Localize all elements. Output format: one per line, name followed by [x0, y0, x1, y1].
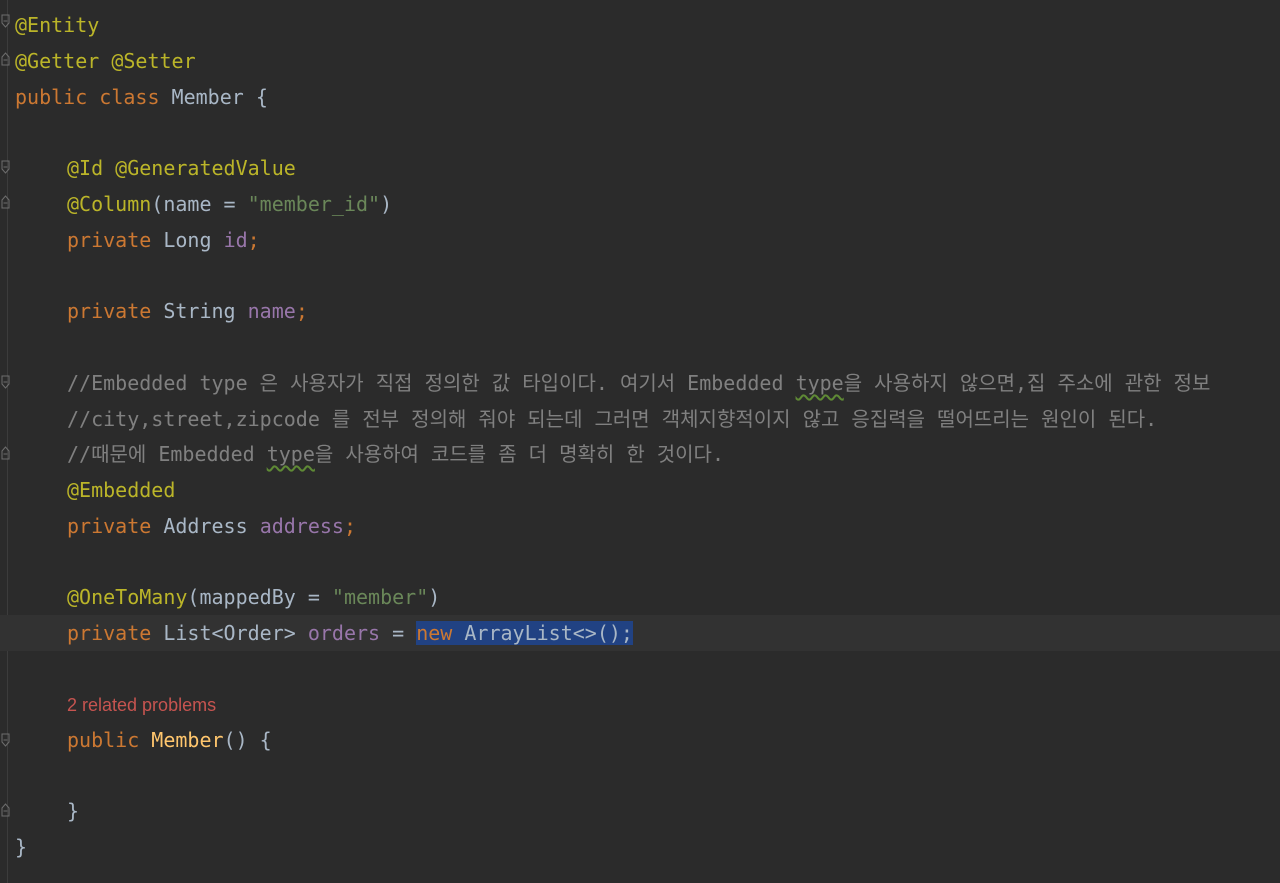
code-line[interactable]: public class Member { [0, 79, 1280, 115]
code-line[interactable]: public Member() { [0, 722, 1280, 758]
code-text: ArrayList<>(); [452, 621, 633, 645]
typo-word: type [795, 371, 844, 395]
code-line[interactable]: @Column(name = "member_id") [0, 186, 1280, 222]
type-name: List<Order> [163, 621, 296, 645]
annotation: @Getter [15, 49, 100, 73]
annotation: @Entity [15, 13, 100, 37]
code-text: (mappedBy = [187, 585, 332, 609]
code-text: (name = [151, 192, 248, 216]
brace: { [255, 85, 268, 109]
keyword: private [67, 621, 152, 645]
current-code-line[interactable]: private List<Order> orders = new ArrayLi… [0, 615, 1280, 651]
comment: //city,street,zipcode 를 전부 정의해 줘야 되는데 그러… [67, 407, 1158, 431]
code-line[interactable]: //city,street,zipcode 를 전부 정의해 줘야 되는데 그러… [0, 401, 1280, 437]
method-name: Member [151, 728, 224, 752]
annotation: @OneToMany [67, 585, 188, 609]
code-text: () { [223, 728, 272, 752]
semicolon: ; [247, 228, 260, 252]
type-name: Address [163, 514, 248, 538]
code-text: ) [380, 192, 393, 216]
code-line[interactable]: @Entity [0, 7, 1280, 43]
field-name: address [259, 514, 344, 538]
code-line[interactable]: private Long id; [0, 222, 1280, 258]
semicolon: ; [343, 514, 357, 538]
keyword: public [67, 728, 140, 752]
brace: } [15, 835, 28, 859]
comment: 을 사용하지 않으면,집 주소에 관한 정보 [843, 371, 1211, 395]
keyword: new [416, 621, 453, 645]
type-name: Long [163, 228, 212, 252]
code-line[interactable]: private Address address; [0, 508, 1280, 544]
typo-word: type [266, 442, 315, 466]
text-selection[interactable]: new ArrayList<>(); [416, 621, 633, 645]
comment: //때문에 Embedded [67, 442, 267, 466]
comment: //Embedded type 은 사용자가 직접 정의한 값 타입이다. 여기… [67, 371, 796, 395]
type-name: String [163, 299, 236, 323]
annotation: @Column [67, 192, 152, 216]
code-text: ) [428, 585, 441, 609]
annotation: @Setter [111, 49, 196, 73]
field-name: orders [307, 621, 381, 645]
annotation: @Embedded [67, 478, 176, 502]
code-text: = [380, 621, 417, 645]
comment: 을 사용하여 코드를 좀 더 명확히 한 것이다. [314, 442, 725, 466]
code-line[interactable]: private String name; [0, 293, 1280, 329]
keyword: private [67, 299, 152, 323]
string-literal: "member_id" [247, 192, 381, 216]
field-name: id [223, 228, 248, 252]
keyword: public class [15, 85, 160, 109]
related-problems-hint[interactable]: 2 related problems [67, 687, 216, 723]
code-line[interactable]: } [0, 829, 1280, 865]
code-editor[interactable]: @Entity @Getter @Setter public class Mem… [0, 0, 1280, 883]
code-line[interactable]: @OneToMany(mappedBy = "member") [0, 579, 1280, 615]
keyword: private [67, 228, 152, 252]
code-line[interactable]: @Embedded [0, 472, 1280, 508]
code-line[interactable]: //때문에 Embedded type을 사용하여 코드를 좀 더 명확히 한 … [0, 436, 1280, 472]
field-name: name [247, 299, 296, 323]
annotation: @Id [67, 156, 104, 180]
brace: } [67, 799, 80, 823]
semicolon: ; [295, 299, 308, 323]
annotation: @GeneratedValue [115, 156, 296, 180]
keyword: private [67, 514, 152, 538]
code-line[interactable]: @Getter @Setter [0, 43, 1280, 79]
string-literal: "member" [331, 585, 429, 609]
code-line[interactable]: //Embedded type 은 사용자가 직접 정의한 값 타입이다. 여기… [0, 365, 1280, 401]
code-line[interactable]: } [0, 793, 1280, 829]
class-name: Member [171, 85, 244, 109]
code-line[interactable]: @Id @GeneratedValue [0, 150, 1280, 186]
